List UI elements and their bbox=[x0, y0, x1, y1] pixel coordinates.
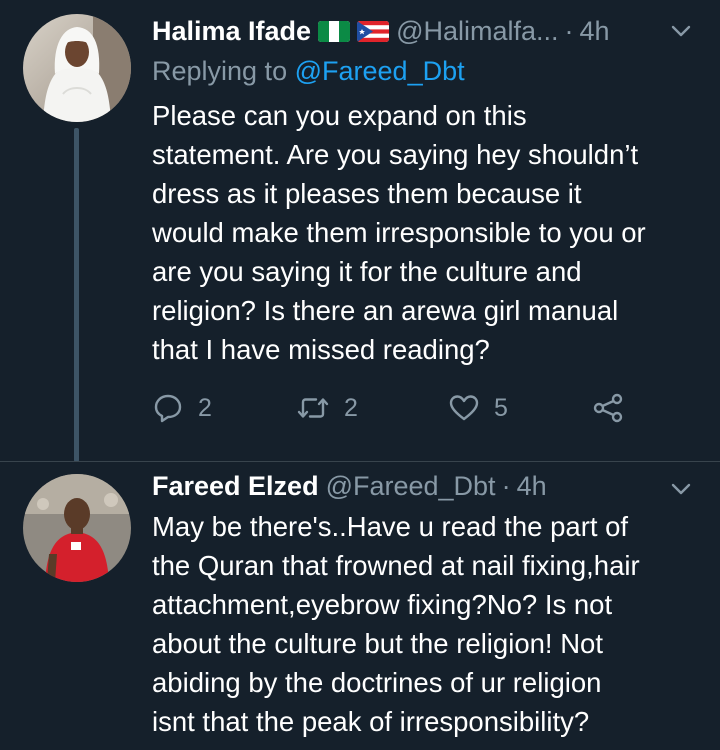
tweet-text-line: isnt that the peak of irresponsibility? bbox=[152, 706, 590, 737]
tweet-text-line: are you saying it for the culture and bbox=[152, 256, 582, 287]
action-bar: 2 2 5 bbox=[152, 388, 642, 428]
separator-dot: · bbox=[564, 15, 574, 46]
tweet-halima[interactable]: Halima Ifade @Halimalfa... · 4h Replying… bbox=[0, 0, 720, 462]
tweet-text-line: about the culture but the religion! Not bbox=[152, 628, 603, 659]
timestamp[interactable]: 4h bbox=[580, 16, 610, 47]
retweet-button[interactable]: 2 bbox=[296, 388, 358, 428]
handle[interactable]: @Halimalfa... bbox=[396, 16, 558, 47]
share-button[interactable] bbox=[592, 388, 624, 428]
like-button[interactable]: 5 bbox=[448, 388, 508, 428]
handle[interactable]: @Fareed_Dbt bbox=[326, 471, 496, 502]
nigeria-flag-icon bbox=[318, 20, 351, 42]
heart-icon bbox=[449, 395, 479, 421]
tweet-text-line: religion? Is there an arewa girl manual bbox=[152, 295, 619, 326]
replying-prefix: Replying to bbox=[152, 56, 288, 86]
tweet-text-line: dress as it pleases them because it bbox=[152, 178, 582, 209]
avatar-halima[interactable] bbox=[23, 14, 131, 122]
share-icon bbox=[593, 393, 623, 423]
display-name[interactable]: Fareed Elzed bbox=[152, 471, 319, 502]
retweet-count: 2 bbox=[344, 393, 358, 422]
replying-to-link[interactable]: @Fareed_Dbt bbox=[295, 56, 465, 86]
tweet-header: Halima Ifade @Halimalfa... · 4h bbox=[152, 14, 610, 48]
timestamp[interactable]: 4h bbox=[517, 471, 547, 502]
tweet-text: May be there's..Have u read the part of … bbox=[152, 507, 697, 741]
display-name[interactable]: Halima Ifade bbox=[152, 16, 311, 47]
tweet-text-line: Please can you expand on this bbox=[152, 100, 527, 131]
separator-dot: · bbox=[501, 470, 511, 501]
retweet-icon bbox=[297, 398, 329, 418]
tweet-text-line: abiding by the doctrines of ur religion bbox=[152, 667, 602, 698]
thread-line bbox=[74, 128, 79, 462]
tweet-text-line: attachment,eyebrow fixing?No? Is not bbox=[152, 589, 613, 620]
tweet-text-line: that I have missed reading? bbox=[152, 334, 490, 365]
tweet-text-line: May be there's..Have u read the part of bbox=[152, 511, 629, 542]
reply-button[interactable]: 2 bbox=[152, 388, 212, 428]
chevron-down-icon[interactable] bbox=[670, 20, 692, 42]
tweet-text-line: the Quran that frowned at nail fixing,ha… bbox=[152, 550, 640, 581]
tweet-text: Please can you expand on this statement.… bbox=[152, 96, 697, 369]
puerto-rico-flag-icon bbox=[357, 20, 390, 42]
reply-count: 2 bbox=[198, 393, 212, 422]
tweet-fareed[interactable]: Fareed Elzed @Fareed_Dbt · 4h May be the… bbox=[0, 462, 720, 750]
speech-bubble-icon bbox=[154, 394, 182, 423]
tweet-text-line: statement. Are you saying hey shouldn’t bbox=[152, 139, 639, 170]
like-count: 5 bbox=[494, 393, 508, 422]
tweet-text-line: would make them irresponsible to you or bbox=[152, 217, 646, 248]
tweet-header: Fareed Elzed @Fareed_Dbt · 4h bbox=[152, 469, 547, 503]
chevron-down-icon[interactable] bbox=[670, 478, 692, 500]
avatar-fareed[interactable] bbox=[23, 474, 131, 582]
replying-to: Replying to @Fareed_Dbt bbox=[152, 56, 465, 87]
